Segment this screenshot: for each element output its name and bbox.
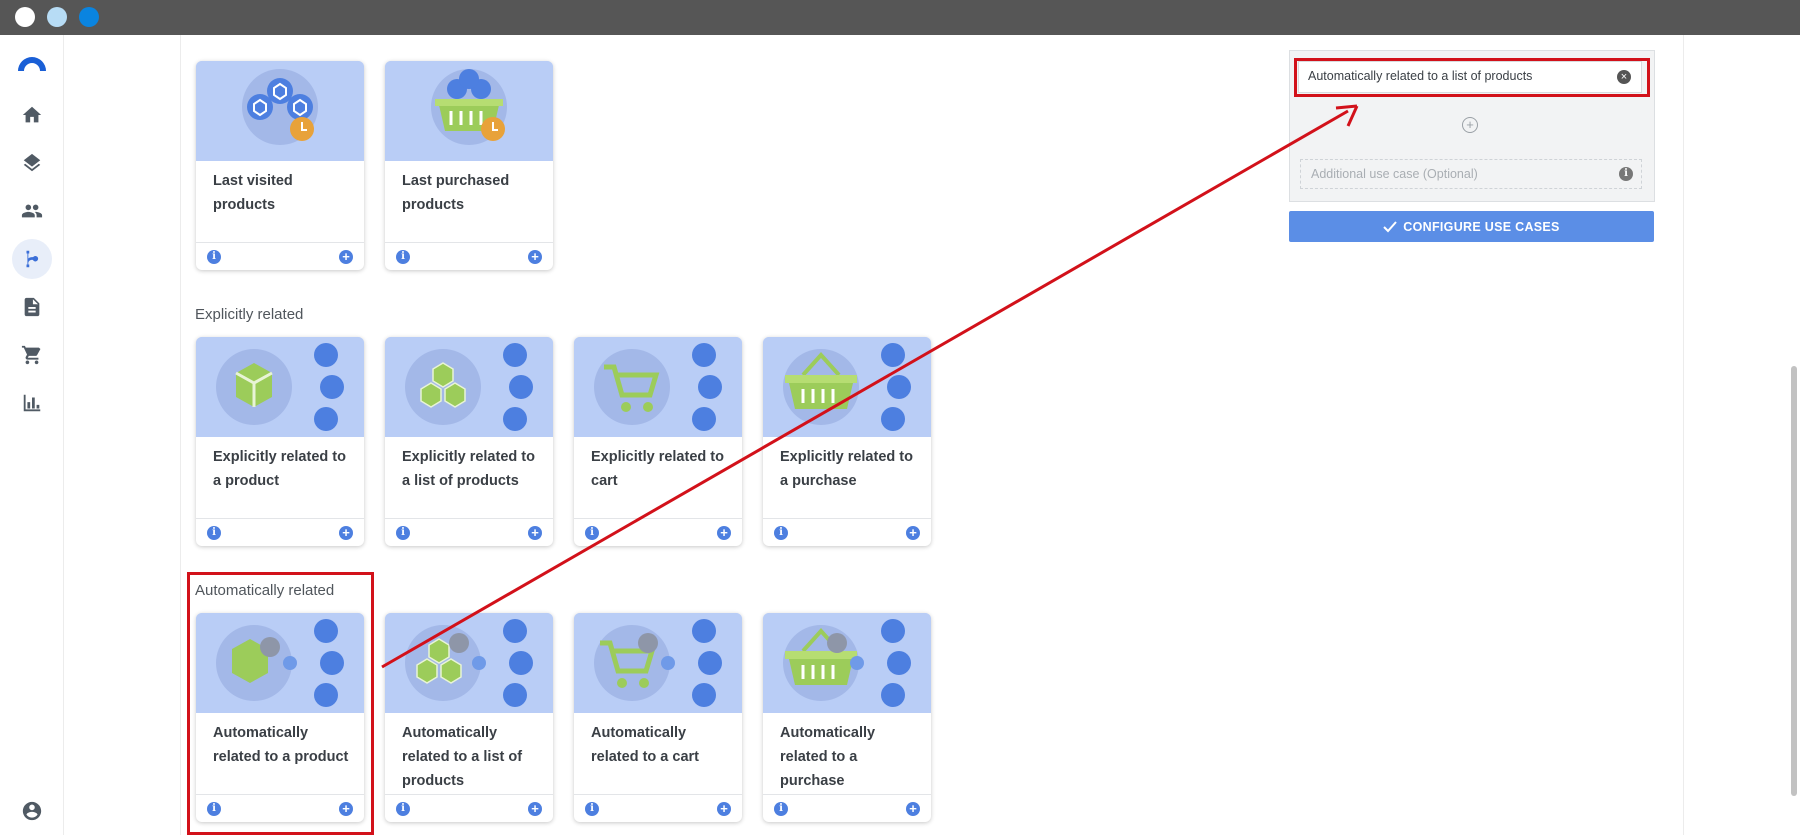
- content-divider-left: [180, 35, 181, 835]
- sidebar-item-cart[interactable]: [12, 335, 52, 375]
- card-label: Explicitly related to a list of products: [402, 449, 535, 489]
- add-icon[interactable]: +: [528, 802, 542, 816]
- sidebar-item-people[interactable]: [12, 191, 52, 231]
- account-icon: [22, 801, 42, 821]
- check-icon: [1383, 220, 1398, 232]
- card-footer: i +: [196, 242, 364, 270]
- card-label: Automatically related to a product: [213, 725, 349, 765]
- sidebar-item-analytics[interactable]: [12, 383, 52, 423]
- add-icon[interactable]: +: [906, 802, 920, 816]
- card-footer: i +: [196, 518, 364, 546]
- configure-use-cases-label: CONFIGURE USE CASES: [1403, 219, 1560, 234]
- brand-logo-icon[interactable]: [16, 54, 48, 72]
- info-icon[interactable]: i: [396, 526, 410, 540]
- card-footer: i +: [574, 794, 742, 822]
- info-icon[interactable]: i: [774, 802, 788, 816]
- flow-icon: [26, 250, 39, 268]
- card-label: Last purchased products: [402, 173, 510, 213]
- card-footer: i +: [196, 794, 364, 822]
- use-case-panel: Automatically related to a list of produ…: [1289, 50, 1655, 202]
- content-divider-right: [1683, 35, 1684, 835]
- card-explicitly-related-purchase[interactable]: Explicitly related to a purchase i +: [763, 337, 931, 546]
- sidebar-item-account[interactable]: [12, 791, 52, 831]
- card-label: Automatically related to a list of produ…: [402, 725, 523, 789]
- bar-chart-icon: [23, 394, 41, 412]
- cart-gear-illustration-icon: [574, 613, 742, 713]
- product-list-network-illustration-icon: [385, 337, 553, 437]
- additional-use-case-input[interactable]: [1309, 166, 1613, 182]
- add-icon[interactable]: +: [339, 526, 353, 540]
- card-label: Automatically related to a purchase: [780, 725, 876, 789]
- card-last-visited-products[interactable]: Last visited products i +: [196, 61, 364, 270]
- card-explicitly-related-product[interactable]: Explicitly related to a product i +: [196, 337, 364, 546]
- info-icon[interactable]: i: [585, 526, 599, 540]
- clear-icon[interactable]: ×: [1617, 70, 1631, 84]
- card-explicitly-related-list[interactable]: Explicitly related to a list of products…: [385, 337, 553, 546]
- info-icon[interactable]: i: [396, 802, 410, 816]
- info-icon[interactable]: i: [396, 250, 410, 264]
- info-icon[interactable]: i: [774, 526, 788, 540]
- last-visited-illustration-icon: [196, 61, 364, 161]
- add-icon[interactable]: +: [717, 802, 731, 816]
- people-icon: [21, 204, 43, 218]
- card-automatically-related-product[interactable]: Automatically related to a product i +: [196, 613, 364, 822]
- add-use-case-icon[interactable]: +: [1462, 117, 1478, 133]
- add-icon[interactable]: +: [339, 250, 353, 264]
- add-icon[interactable]: +: [717, 526, 731, 540]
- card-footer: i +: [763, 794, 931, 822]
- card-footer: i +: [385, 242, 553, 270]
- add-icon[interactable]: +: [528, 250, 542, 264]
- card-automatically-related-cart[interactable]: Automatically related to a cart i +: [574, 613, 742, 822]
- info-icon[interactable]: i: [1619, 167, 1633, 181]
- window-maximize-dot[interactable]: [79, 7, 99, 27]
- layers-icon: [23, 153, 41, 172]
- scrollbar-thumb[interactable]: [1791, 366, 1797, 796]
- card-label: Explicitly related to a product: [213, 449, 346, 489]
- info-icon[interactable]: i: [585, 802, 599, 816]
- last-purchased-illustration-icon: [385, 61, 553, 161]
- basket-gear-illustration-icon: [763, 613, 931, 713]
- card-automatically-related-purchase[interactable]: Automatically related to a purchase i +: [763, 613, 931, 822]
- add-icon[interactable]: +: [339, 802, 353, 816]
- card-label: Explicitly related to a purchase: [780, 449, 913, 489]
- card-footer: i +: [385, 518, 553, 546]
- selected-use-case-label: Automatically related to a list of produ…: [1308, 69, 1533, 83]
- basket-network-illustration-icon: [763, 337, 931, 437]
- product-network-illustration-icon: [196, 337, 364, 437]
- section-title-automatically-related: Automatically related: [195, 582, 335, 599]
- window-close-dot[interactable]: [15, 7, 35, 27]
- card-automatically-related-list[interactable]: Automatically related to a list of produ…: [385, 613, 553, 822]
- cart-icon: [21, 345, 41, 365]
- card-explicitly-related-cart[interactable]: Explicitly related to cart i +: [574, 337, 742, 546]
- card-footer: i +: [385, 794, 553, 822]
- card-footer: i +: [574, 518, 742, 546]
- window-minimize-dot[interactable]: [47, 7, 67, 27]
- document-icon: [24, 297, 40, 317]
- product-gear-illustration-icon: [196, 613, 364, 713]
- section-title-explicitly-related: Explicitly related: [195, 306, 304, 323]
- sidebar-item-layers[interactable]: [12, 143, 52, 183]
- card-footer: i +: [763, 518, 931, 546]
- sidebar-item-home[interactable]: [12, 95, 52, 135]
- card-label: Last visited products: [213, 173, 293, 213]
- selected-use-case[interactable]: Automatically related to a list of produ…: [1298, 61, 1642, 93]
- info-icon[interactable]: i: [207, 526, 221, 540]
- sidebar-item-flow[interactable]: [12, 239, 52, 279]
- info-icon[interactable]: i: [207, 802, 221, 816]
- card-label: Automatically related to a cart: [591, 725, 699, 765]
- card-last-purchased-products[interactable]: Last purchased products i +: [385, 61, 553, 270]
- card-label: Explicitly related to cart: [591, 449, 724, 489]
- additional-use-case-field[interactable]: i: [1300, 159, 1642, 189]
- info-icon[interactable]: i: [207, 250, 221, 264]
- cart-network-illustration-icon: [574, 337, 742, 437]
- add-icon[interactable]: +: [528, 526, 542, 540]
- window-titlebar: [0, 0, 1800, 35]
- sidebar-item-document[interactable]: [12, 287, 52, 327]
- product-list-gear-illustration-icon: [385, 613, 553, 713]
- configure-use-cases-button[interactable]: CONFIGURE USE CASES: [1289, 211, 1654, 242]
- add-icon[interactable]: +: [906, 526, 920, 540]
- home-icon: [22, 106, 42, 123]
